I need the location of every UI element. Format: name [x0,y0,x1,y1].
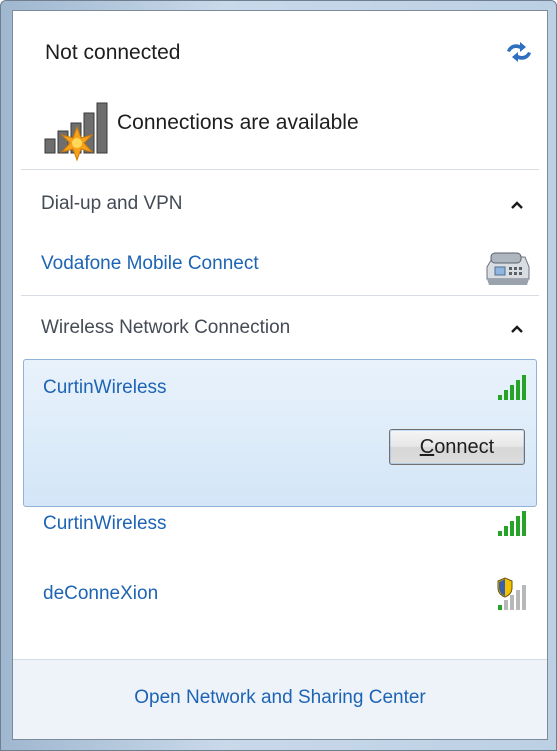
section-title-wireless: Wireless Network Connection [41,317,291,338]
connections-available-icon [44,102,108,162]
open-network-sharing-center-link[interactable]: Open Network and Sharing Center [13,687,547,709]
connection-status-title: Not connected [45,41,181,64]
connect-button[interactable]: Connect [389,429,525,465]
divider [21,169,539,170]
network-name-curtinwireless[interactable]: CurtinWireless [43,513,167,535]
chevron-up-icon[interactable] [507,197,527,213]
secured-signal-icon [497,577,526,610]
network-name-curtinwireless[interactable]: CurtinWireless [43,377,167,399]
connection-item-vodafone[interactable]: Vodafone Mobile Connect [41,253,259,275]
section-title-dialup: Dial-up and VPN [41,193,183,214]
refresh-icon[interactable] [503,39,535,65]
network-flyout-panel: Not connected Connections are available … [12,10,548,740]
chevron-up-icon[interactable] [507,321,527,337]
divider [21,295,539,296]
signal-strength-icon [498,511,526,536]
network-name-deconnexion[interactable]: deConneXion [43,583,158,605]
modem-phone-icon [486,252,530,285]
connection-status-subtitle: Connections are available [117,111,359,134]
signal-strength-icon [498,375,526,400]
